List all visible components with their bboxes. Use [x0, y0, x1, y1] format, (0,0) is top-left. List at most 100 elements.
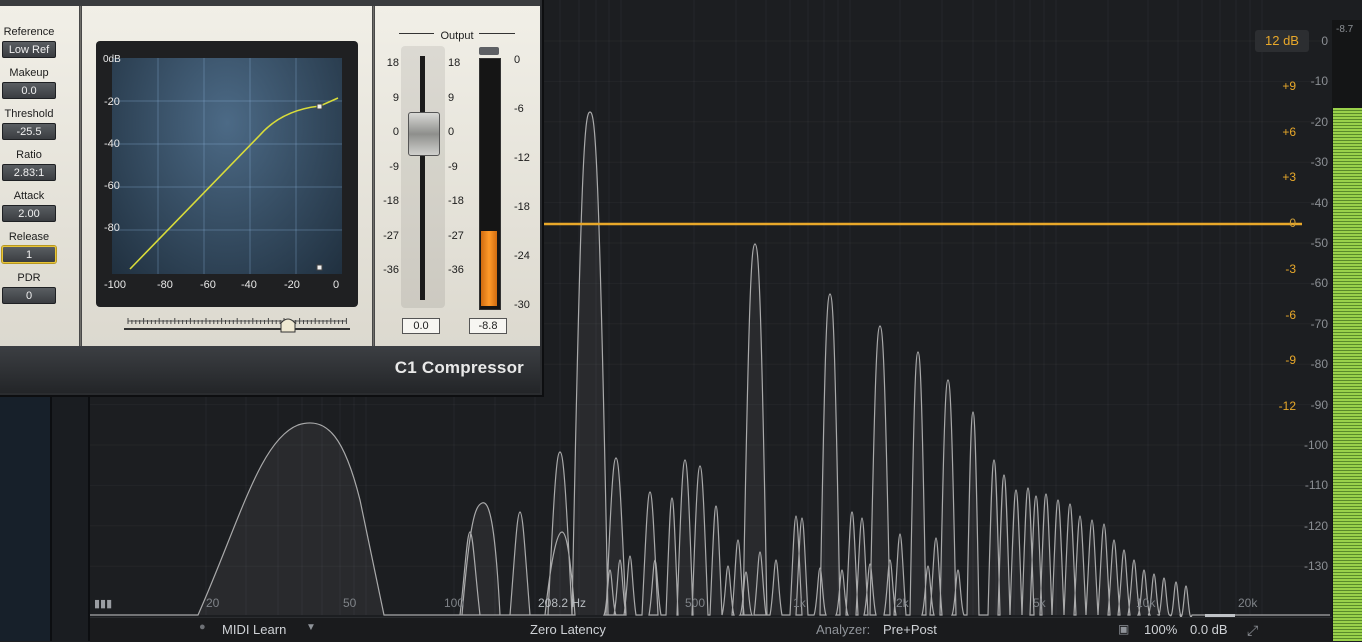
spectrum-scale-label: -130	[1303, 559, 1328, 574]
graph-top-label: 0dB	[103, 54, 121, 65]
fader-scale-label: 18	[448, 57, 461, 69]
gain-scale-label: +3	[1282, 170, 1296, 184]
threshold-value-box[interactable]: -25.5	[2, 123, 56, 140]
gain-scale-label: +9	[1282, 79, 1296, 93]
spectrum-scale-label: -70	[1310, 316, 1328, 331]
meter-top-label: -8.7	[1336, 24, 1354, 35]
output-meter-fill	[481, 231, 497, 306]
zoom-button[interactable]: 100%	[1144, 622, 1177, 637]
meter-value-box: -8.8	[469, 318, 507, 334]
analyzer-mode-button[interactable]: Pre+Post	[883, 622, 937, 637]
output-fader-track[interactable]	[420, 56, 425, 300]
gain-scale-label: 0	[1289, 216, 1296, 230]
makeup-value-box[interactable]: 0.0	[2, 82, 56, 99]
graph-y-label: -40	[104, 138, 120, 150]
undo-history-icon[interactable]: ▣	[1118, 622, 1129, 636]
release-value-box[interactable]: 1	[2, 246, 56, 263]
frequency-label: 50	[343, 596, 357, 610]
spectrum-scale-label: -100	[1303, 438, 1328, 452]
fader-scale-label: -27	[448, 229, 464, 242]
fader-scale-label: 9	[448, 91, 455, 104]
frequency-label: 2k	[896, 596, 909, 610]
graph-x-label: -20	[284, 279, 300, 291]
graph-x-label: -100	[104, 279, 127, 291]
chevron-down-icon[interactable]: ▼	[306, 622, 316, 633]
transfer-curve	[129, 97, 339, 270]
latency-mode-button[interactable]: Zero Latency	[530, 622, 606, 637]
spectrum-scale-label: -110	[1304, 478, 1328, 493]
attack-label: Attack	[13, 190, 45, 202]
gain-scale-label: -3	[1285, 262, 1296, 276]
ratio-label: Ratio	[16, 149, 42, 161]
gain-scale-label: -6	[1285, 308, 1296, 322]
frequency-label: 20	[206, 596, 220, 610]
eq-top-bar	[540, 0, 1300, 6]
meter-scale-label: -12	[514, 152, 530, 164]
fader-scale-label: 0	[392, 126, 399, 138]
reference-label: Reference	[3, 26, 55, 38]
release-label: Release	[8, 231, 50, 243]
plugin-title: C1 Compressor	[394, 358, 524, 377]
gain-scale-label: -9	[1285, 353, 1296, 367]
ratio-value-box[interactable]: 2.83:1	[2, 164, 56, 181]
spectrum-scale-label: -20	[1310, 114, 1328, 129]
output-level-meter-fill	[1333, 108, 1362, 641]
frequency-label: 1k	[793, 596, 806, 610]
spectrum-scale-label: -120	[1303, 518, 1328, 533]
meter-scale-label: -24	[514, 250, 530, 262]
meter-scale-label: -6	[514, 103, 524, 115]
graph-x-label: -40	[241, 279, 257, 291]
meter-scale-label: -30	[514, 299, 530, 311]
gain-scale-label: -12	[1278, 399, 1296, 413]
fader-scale-label: -18	[383, 195, 399, 207]
frequency-label: 5k	[1033, 596, 1046, 610]
output-gain-slider[interactable]	[1205, 614, 1235, 617]
graph-x-label: 0	[333, 279, 340, 291]
fader-value-box[interactable]: 0.0	[402, 318, 440, 334]
spectrum-scale-label: -60	[1310, 276, 1328, 291]
curve-handle[interactable]	[316, 264, 323, 271]
output-fader-handle[interactable]	[408, 112, 440, 156]
c1-compressor-window: Reference Low Ref Makeup 0.0 Threshold -25.5 R…	[0, 0, 544, 397]
output-gain-button[interactable]: 0.0 dB	[1190, 622, 1228, 637]
fader-scale-label: -36	[383, 264, 399, 276]
graph-x-label: -60	[200, 279, 216, 291]
reference-value-box[interactable]: Low Ref	[2, 41, 56, 58]
spectrum-scale-label: -30	[1310, 155, 1328, 170]
meter-scale-label: -18	[514, 201, 530, 213]
threshold-slider[interactable]	[124, 312, 352, 336]
meter-scale-label: 0	[514, 54, 521, 66]
curve-handle[interactable]	[316, 103, 323, 110]
frequency-label: 10k	[1136, 596, 1156, 610]
transfer-curve-graph[interactable]	[112, 58, 342, 274]
graph-x-label: -80	[157, 279, 173, 291]
spectrum-scale-label: -10	[1310, 74, 1328, 89]
fader-scale-label: -9	[448, 160, 458, 173]
makeup-label: Makeup	[9, 67, 49, 79]
fader-scale-label: -36	[448, 264, 464, 276]
analyzer-label: Analyzer:	[816, 622, 871, 637]
panel-divider	[372, 6, 375, 346]
panel-divider	[79, 6, 82, 346]
spectrum-scale-label: -50	[1310, 236, 1328, 250]
pdr-label: PDR	[17, 272, 41, 284]
fader-scale-label: -18	[448, 195, 464, 207]
midi-learn-button[interactable]: MIDI Learn	[222, 622, 286, 637]
spectrum-scale-label: -90	[1310, 397, 1328, 412]
daw-track-strip	[0, 390, 90, 641]
fader-scale-label: 0	[448, 126, 455, 138]
spectrum-scale-label: -40	[1310, 195, 1328, 210]
frequency-label: 100	[444, 596, 465, 610]
graph-y-label: -20	[104, 96, 120, 108]
output-section-title: Output	[397, 26, 517, 44]
gain-scale-label: +6	[1282, 125, 1296, 139]
piano-icon[interactable]: ▮▮▮	[94, 597, 112, 610]
graph-y-label: -80	[104, 222, 120, 234]
expand-icon[interactable]: ⤢	[1247, 622, 1258, 639]
fader-scale-label: 9	[392, 91, 399, 104]
fader-scale-label: -9	[389, 160, 399, 173]
attack-value-box[interactable]: 2.00	[2, 205, 56, 222]
pdr-value-box[interactable]: 0	[2, 287, 56, 304]
meter-clip-indicator[interactable]	[479, 47, 499, 55]
frequency-label: 20k	[1238, 596, 1258, 610]
